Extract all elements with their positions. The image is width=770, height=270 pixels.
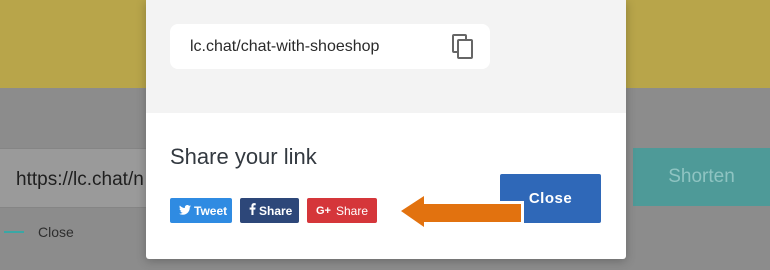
url-input-value: https://lc.chat/n [16,169,144,190]
google-plus-icon: G+ [316,204,331,217]
tweet-label: Tweet [194,203,228,218]
tweet-button[interactable]: Tweet [170,198,232,223]
facebook-icon [249,203,256,218]
background-close-link[interactable]: Close [4,224,74,240]
background-close-label: Close [38,224,74,240]
share-buttons: Tweet Share G+ Share [170,198,377,223]
google-plus-share-label: Share [335,203,369,218]
modal-link-section: lc.chat/chat-with-shoeshop [146,0,626,113]
facebook-share-button[interactable]: Share [240,198,299,223]
share-modal: lc.chat/chat-with-shoeshop Share your li… [146,0,626,259]
twitter-icon [179,204,191,218]
short-link-text: lc.chat/chat-with-shoeshop [190,37,380,55]
url-input[interactable]: https://lc.chat/n [0,148,150,208]
close-line-icon [4,231,24,233]
share-title: Share your link [170,144,317,169]
copy-icon[interactable] [452,34,474,60]
shorten-button[interactable]: Shorten [633,148,770,206]
facebook-share-label: Share [259,203,293,218]
annotation-arrow [395,193,524,229]
short-link-box[interactable]: lc.chat/chat-with-shoeshop [170,24,490,69]
google-plus-share-button[interactable]: G+ Share [307,198,377,223]
